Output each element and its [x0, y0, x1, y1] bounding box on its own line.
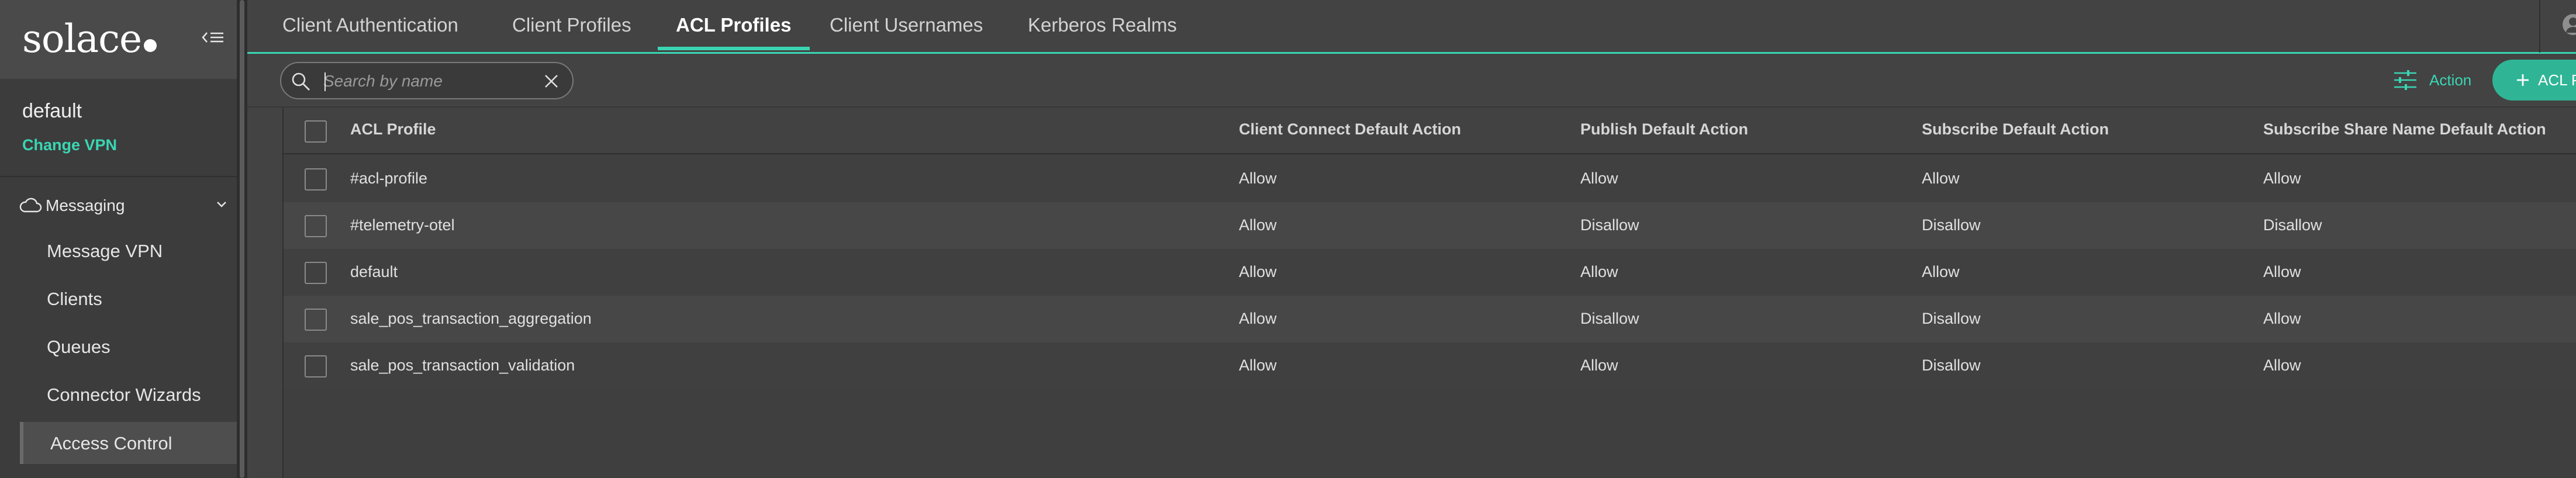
cell-subscribe-share-name: Allow — [2263, 310, 2301, 327]
text-cursor — [324, 72, 326, 91]
column-header-client-connect[interactable]: Client Connect Default Action — [1239, 120, 1461, 138]
row-checkbox[interactable] — [305, 168, 327, 190]
table-row[interactable]: sale_pos_transaction_validation Allow Al… — [284, 342, 2576, 389]
main-content: Client Authentication Client Profiles AC… — [247, 0, 2576, 478]
sidebar-item-label: Queues — [47, 337, 111, 357]
cell-publish: Allow — [1580, 263, 1618, 280]
user-icon[interactable] — [2561, 13, 2576, 39]
row-checkbox[interactable] — [305, 355, 327, 377]
tab-kerberos-realms[interactable]: Kerberos Realms — [1028, 14, 1177, 36]
table-row[interactable]: sale_pos_transaction_aggregation Allow D… — [284, 296, 2576, 342]
cell-subscribe: Disallow — [1922, 356, 1981, 374]
cell-acl-profile[interactable]: default — [350, 263, 398, 281]
header-divider — [2539, 0, 2540, 53]
table-row[interactable]: #acl-profile Allow Allow Allow Allow — [284, 155, 2576, 202]
tab-client-authentication[interactable]: Client Authentication — [282, 14, 458, 36]
close-icon[interactable] — [543, 72, 560, 90]
cell-publish: Disallow — [1580, 310, 1639, 327]
tab-bar: Client Authentication Client Profiles AC… — [247, 0, 2576, 54]
cell-publish: Disallow — [1580, 216, 1639, 234]
logo-bar: solace — [0, 0, 237, 79]
cell-subscribe: Disallow — [1922, 310, 1981, 327]
sidebar-item-access-control[interactable]: Access Control — [20, 422, 237, 464]
sliders-icon — [2394, 70, 2416, 90]
logo-text: solace — [22, 16, 142, 61]
collapse-menu-button[interactable] — [201, 27, 225, 48]
row-checkbox[interactable] — [305, 309, 327, 331]
toolbar: Action ACL P — [247, 54, 2576, 108]
sidebar-item-connector-wizards[interactable]: Connector Wizards — [0, 373, 237, 415]
collapse-menu-icon — [202, 32, 223, 43]
cell-subscribe: Disallow — [1922, 216, 1981, 234]
table-row[interactable]: default Allow Allow Allow Allow — [284, 249, 2576, 296]
cell-acl-profile[interactable]: #acl-profile — [350, 169, 427, 188]
sidebar-item-label: Clients — [47, 289, 102, 309]
nav-group-label: Messaging — [46, 196, 125, 214]
app-root: solace default Change VPN Messaging Mess… — [0, 0, 2576, 478]
cloud-icon — [19, 198, 42, 213]
column-header-publish[interactable]: Publish Default Action — [1580, 120, 1748, 138]
cell-acl-profile[interactable]: #telemetry-otel — [350, 216, 455, 234]
sidebar-item-label: Connector Wizards — [47, 385, 201, 405]
cell-client-connect: Allow — [1239, 216, 1277, 234]
active-tab-indicator — [658, 47, 810, 50]
cell-subscribe-share-name: Disallow — [2263, 216, 2322, 234]
select-all-checkbox[interactable] — [305, 120, 327, 143]
cell-subscribe-share-name: Allow — [2263, 263, 2301, 280]
cell-publish: Allow — [1580, 169, 1618, 187]
action-label: Action — [2429, 71, 2472, 89]
column-header-subscribe[interactable]: Subscribe Default Action — [1922, 120, 2109, 138]
change-vpn-link[interactable]: Change VPN — [22, 136, 117, 154]
logo-dot — [144, 39, 157, 52]
cell-publish: Allow — [1580, 356, 1618, 374]
chevron-down-icon — [217, 202, 226, 207]
tab-acl-profiles[interactable]: ACL Profiles — [676, 14, 791, 36]
cell-client-connect: Allow — [1239, 310, 1277, 327]
plus-icon — [2517, 74, 2529, 86]
search-input[interactable] — [323, 69, 540, 93]
cell-subscribe: Allow — [1922, 263, 1960, 280]
vpn-name: default — [22, 100, 82, 122]
column-header-subscribe-share-name[interactable]: Subscribe Share Name Default Action — [2263, 120, 2546, 138]
row-checkbox[interactable] — [305, 262, 327, 284]
row-checkbox[interactable] — [305, 215, 327, 237]
sidebar-item-label: Message VPN — [47, 241, 163, 261]
tab-client-usernames[interactable]: Client Usernames — [830, 14, 983, 36]
vpn-block: default Change VPN — [0, 79, 237, 177]
cell-acl-profile[interactable]: sale_pos_transaction_aggregation — [350, 310, 592, 328]
search-box — [280, 62, 574, 99]
cell-subscribe: Allow — [1922, 169, 1960, 187]
cell-client-connect: Allow — [1239, 169, 1277, 187]
tab-client-profiles[interactable]: Client Profiles — [512, 14, 631, 36]
table-row[interactable]: #telemetry-otel Allow Disallow Disallow … — [284, 202, 2576, 249]
cell-client-connect: Allow — [1239, 263, 1277, 280]
sidebar-item-clients[interactable]: Clients — [0, 278, 237, 320]
table-header: ACL Profile Client Connect Default Actio… — [284, 108, 2576, 154]
sidebar: solace default Change VPN Messaging Mess… — [0, 0, 237, 478]
action-button[interactable]: Action — [2393, 69, 2471, 91]
cell-subscribe-share-name: Allow — [2263, 169, 2301, 187]
nav-group-messaging[interactable]: Messaging — [0, 188, 237, 223]
column-header-acl-profile[interactable]: ACL Profile — [350, 120, 436, 138]
sidebar-item-label: Access Control — [50, 433, 172, 453]
cell-acl-profile[interactable]: sale_pos_transaction_validation — [350, 356, 575, 375]
logo: solace — [22, 16, 157, 61]
cell-client-connect: Allow — [1239, 356, 1277, 374]
add-acl-profile-button[interactable]: ACL P — [2492, 60, 2576, 101]
sidebar-scrollbar-thumb[interactable] — [240, 0, 244, 478]
sidebar-item-queues[interactable]: Queues — [0, 325, 237, 368]
acl-profiles-table: ACL Profile Client Connect Default Actio… — [282, 108, 2576, 478]
cell-subscribe-share-name: Allow — [2263, 356, 2301, 374]
search-icon — [292, 72, 310, 91]
add-button-label: ACL P — [2538, 71, 2576, 89]
sidebar-item-message-vpn[interactable]: Message VPN — [0, 230, 237, 272]
